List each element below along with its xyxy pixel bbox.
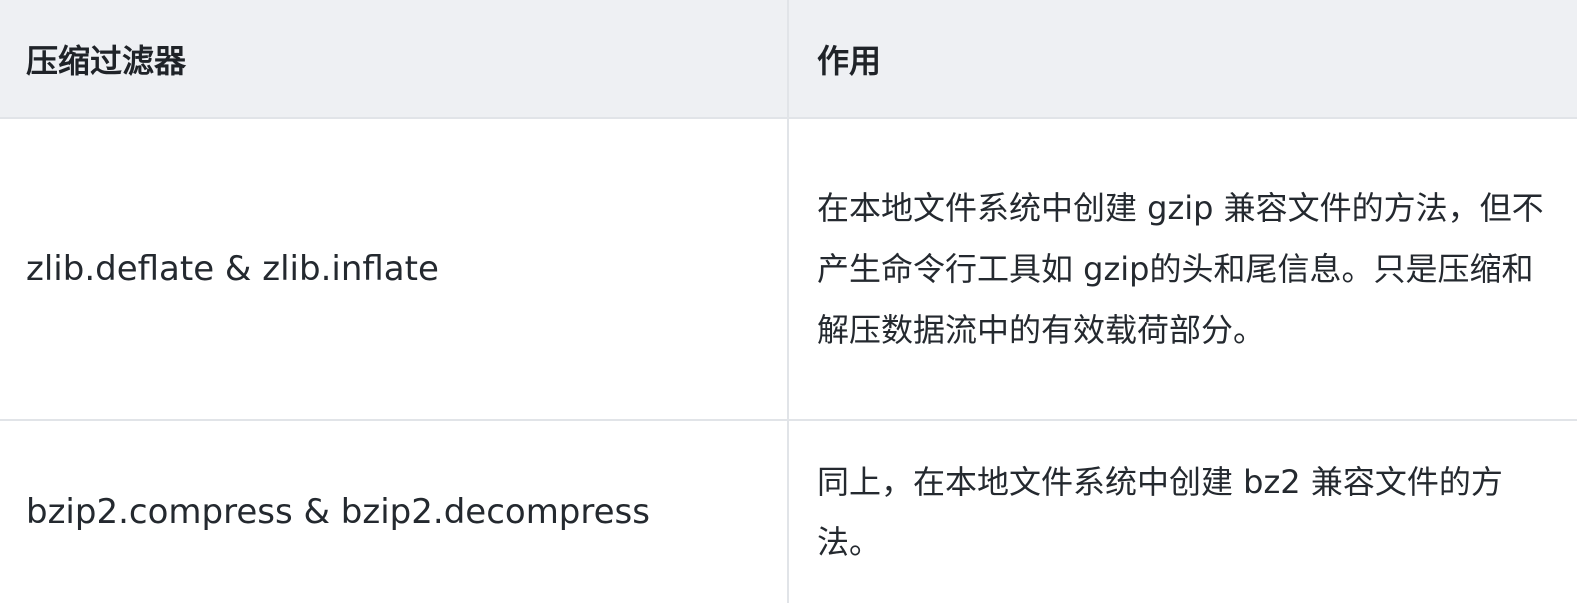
table-row: bzip2.compress & bzip2.decompress 同上，在本地… [0, 419, 1577, 603]
table-body: zlib.deflate & zlib.inflate 在本地文件系统中创建 g… [0, 117, 1577, 603]
filter-cell: bzip2.compress & bzip2.decompress [0, 419, 789, 603]
header-row: 压缩过滤器 作用 [0, 0, 1577, 119]
table-header: 压缩过滤器 作用 [0, 0, 1577, 119]
purpose-cell: 同上，在本地文件系统中创建 bz2 兼容文件的方法。 [787, 419, 1577, 603]
purpose-cell: 在本地文件系统中创建 gzip 兼容文件的方法，但不产生命令行工具如 gzip的… [787, 117, 1577, 421]
header-purpose: 作用 [787, 0, 1577, 119]
filter-cell: zlib.deflate & zlib.inflate [0, 117, 789, 421]
table-row: zlib.deflate & zlib.inflate 在本地文件系统中创建 g… [0, 117, 1577, 421]
compression-filters-table: 压缩过滤器 作用 zlib.deflate & zlib.inflate 在本地… [0, 0, 1577, 603]
header-filter: 压缩过滤器 [0, 0, 789, 119]
